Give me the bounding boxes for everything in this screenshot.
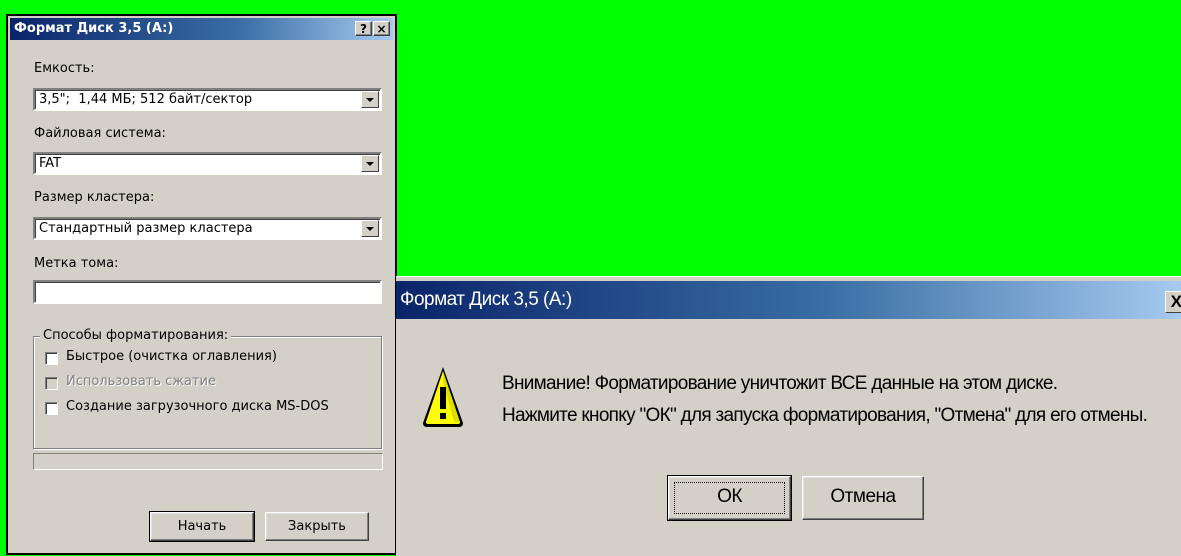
chevron-down-icon[interactable] <box>361 220 379 237</box>
format-dialog-titlebar[interactable]: Формат Диск 3,5 (A:) ? × <box>10 18 393 40</box>
volume-label-input[interactable] <box>33 280 382 304</box>
warning-icon <box>423 367 463 427</box>
msdos-boot-checkbox[interactable] <box>45 402 58 415</box>
warning-message-line2: Нажмите кнопку "ОК" для запуска форматир… <box>502 405 1148 426</box>
warning-dialog-titlebar[interactable]: Формат Диск 3,5 (A:) X <box>396 281 1181 319</box>
focus-rect <box>674 482 785 514</box>
warning-dialog-title: Формат Диск 3,5 (A:) <box>400 289 572 310</box>
capacity-select[interactable]: 3,5"; 1,44 МБ; 512 байт/сектор <box>33 88 382 111</box>
msdos-boot-label[interactable]: Создание загрузочного диска MS-DOS <box>66 399 329 414</box>
warning-message-line1: Внимание! Форматирование уничтожит ВСЕ д… <box>502 373 1058 394</box>
close-button[interactable]: × <box>373 21 390 36</box>
format-options-legend: Способы форматирования: <box>40 328 232 343</box>
warning-close-button[interactable]: X <box>1165 291 1181 313</box>
help-button[interactable]: ? <box>355 21 372 36</box>
format-dialog-title: Формат Диск 3,5 (A:) <box>14 21 174 36</box>
capacity-label: Емкость: <box>34 61 95 76</box>
volume-label-label: Метка тома: <box>34 256 119 271</box>
close-dialog-button[interactable]: Закрыть <box>265 512 369 541</box>
start-button[interactable]: Начать <box>149 511 255 542</box>
cancel-button[interactable]: Отмена <box>802 476 924 520</box>
cluster-size-label: Размер кластера: <box>34 190 155 205</box>
compression-label: Использовать сжатие <box>66 374 217 389</box>
chevron-down-icon[interactable] <box>361 91 379 108</box>
quick-format-checkbox[interactable] <box>45 352 58 365</box>
quick-format-label[interactable]: Быстрое (очистка оглавления) <box>66 349 277 364</box>
filesystem-label: Файловая система: <box>34 126 166 141</box>
capacity-value: 3,5"; 1,44 МБ; 512 байт/сектор <box>39 92 253 107</box>
cluster-size-select[interactable]: Стандартный размер кластера <box>33 217 382 240</box>
compression-checkbox <box>45 377 58 390</box>
cluster-size-value: Стандартный размер кластера <box>39 221 253 236</box>
format-progress-bar <box>33 453 383 470</box>
ok-button[interactable]: ОК <box>667 475 792 521</box>
filesystem-select[interactable]: FAT <box>33 152 382 175</box>
filesystem-value: FAT <box>39 156 62 171</box>
chevron-down-icon[interactable] <box>361 155 379 172</box>
format-dialog: Формат Диск 3,5 (A:) ? × Емкость: 3,5"; … <box>6 14 397 555</box>
